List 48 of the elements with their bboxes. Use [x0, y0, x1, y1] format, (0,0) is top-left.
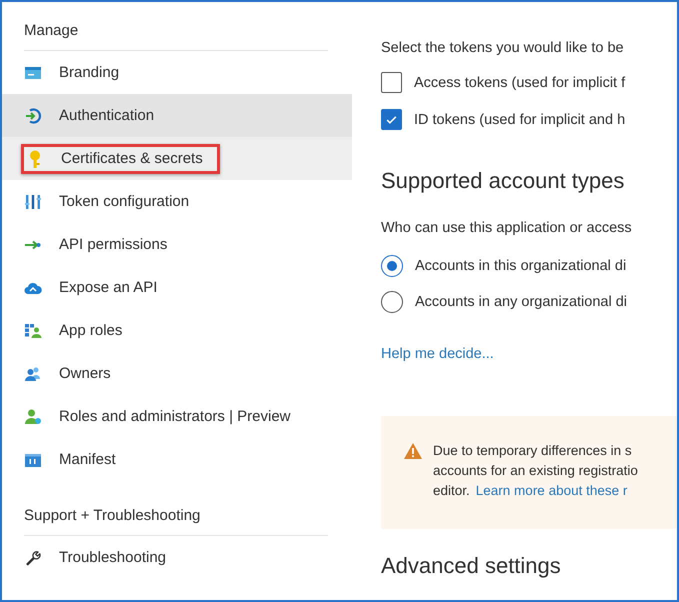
nav-item[interactable]: Roles and administrators | Preview	[2, 395, 352, 438]
nav-item[interactable]: Owners	[2, 352, 352, 395]
nav-label: Expose an API	[59, 279, 158, 296]
warning-text: editor.	[433, 482, 470, 500]
grid-person-icon	[24, 322, 42, 340]
person-icon	[24, 408, 42, 426]
nav-item[interactable]: Token configuration	[2, 180, 352, 223]
nav-label: Authentication	[59, 107, 154, 124]
help-link[interactable]: Help me decide...	[381, 344, 494, 364]
radio-button[interactable]	[381, 255, 403, 277]
sliders-icon	[24, 192, 42, 210]
people-icon	[24, 364, 42, 382]
radio-label: Accounts in this organizational di	[415, 258, 626, 274]
nav-item[interactable]: Authentication	[2, 94, 352, 137]
nav-item[interactable]: Expose an API	[2, 266, 352, 309]
nav-item[interactable]: Manifest	[2, 438, 352, 481]
radio-label: Accounts in any organizational di	[415, 294, 627, 310]
nav-label: API permissions	[59, 236, 168, 253]
warning-text: accounts for an existing registratio	[433, 462, 638, 480]
nav-label: Certificates & secrets	[61, 150, 203, 167]
section-heading: Manage	[23, 21, 80, 41]
nav-label: Branding	[59, 64, 120, 81]
warning-text: Due to temporary differences in s	[433, 442, 633, 460]
nav-item[interactable]: Branding	[2, 51, 352, 94]
section-heading: Advanced settings	[381, 552, 562, 580]
sign-in-icon	[24, 106, 42, 124]
nav-label: Roles and administrators | Preview	[59, 408, 290, 425]
wrench-icon	[24, 548, 42, 566]
checkbox[interactable]	[381, 72, 402, 93]
nav-item[interactable]: API permissions	[2, 223, 352, 266]
nav-item[interactable]: Troubleshooting	[2, 536, 352, 579]
account-prompt: Who can use this application or access	[381, 219, 633, 238]
radio-button[interactable]	[381, 291, 403, 313]
section-heading: Support + Troubleshooting	[23, 506, 202, 526]
nav-item[interactable]: App roles	[2, 309, 352, 352]
section-heading: Supported account types	[381, 167, 626, 195]
nav-label: App roles	[59, 322, 122, 339]
checkbox-label: Access tokens (used for implicit f	[414, 74, 626, 90]
nav-label: Troubleshooting	[59, 549, 166, 566]
checkbox-label: ID tokens (used for implicit and h	[414, 112, 626, 128]
checkbox[interactable]	[381, 109, 402, 130]
nav-label: Owners	[59, 365, 111, 382]
warning-icon	[403, 442, 423, 460]
tokens-prompt: Select the tokens you would like to be	[381, 39, 625, 58]
nav-label: Manifest	[59, 451, 116, 468]
learn-more-link[interactable]: Learn more about these r	[476, 481, 628, 501]
nav-item[interactable]: Certificates & secrets	[2, 137, 352, 180]
nav-label: Token configuration	[59, 193, 190, 210]
